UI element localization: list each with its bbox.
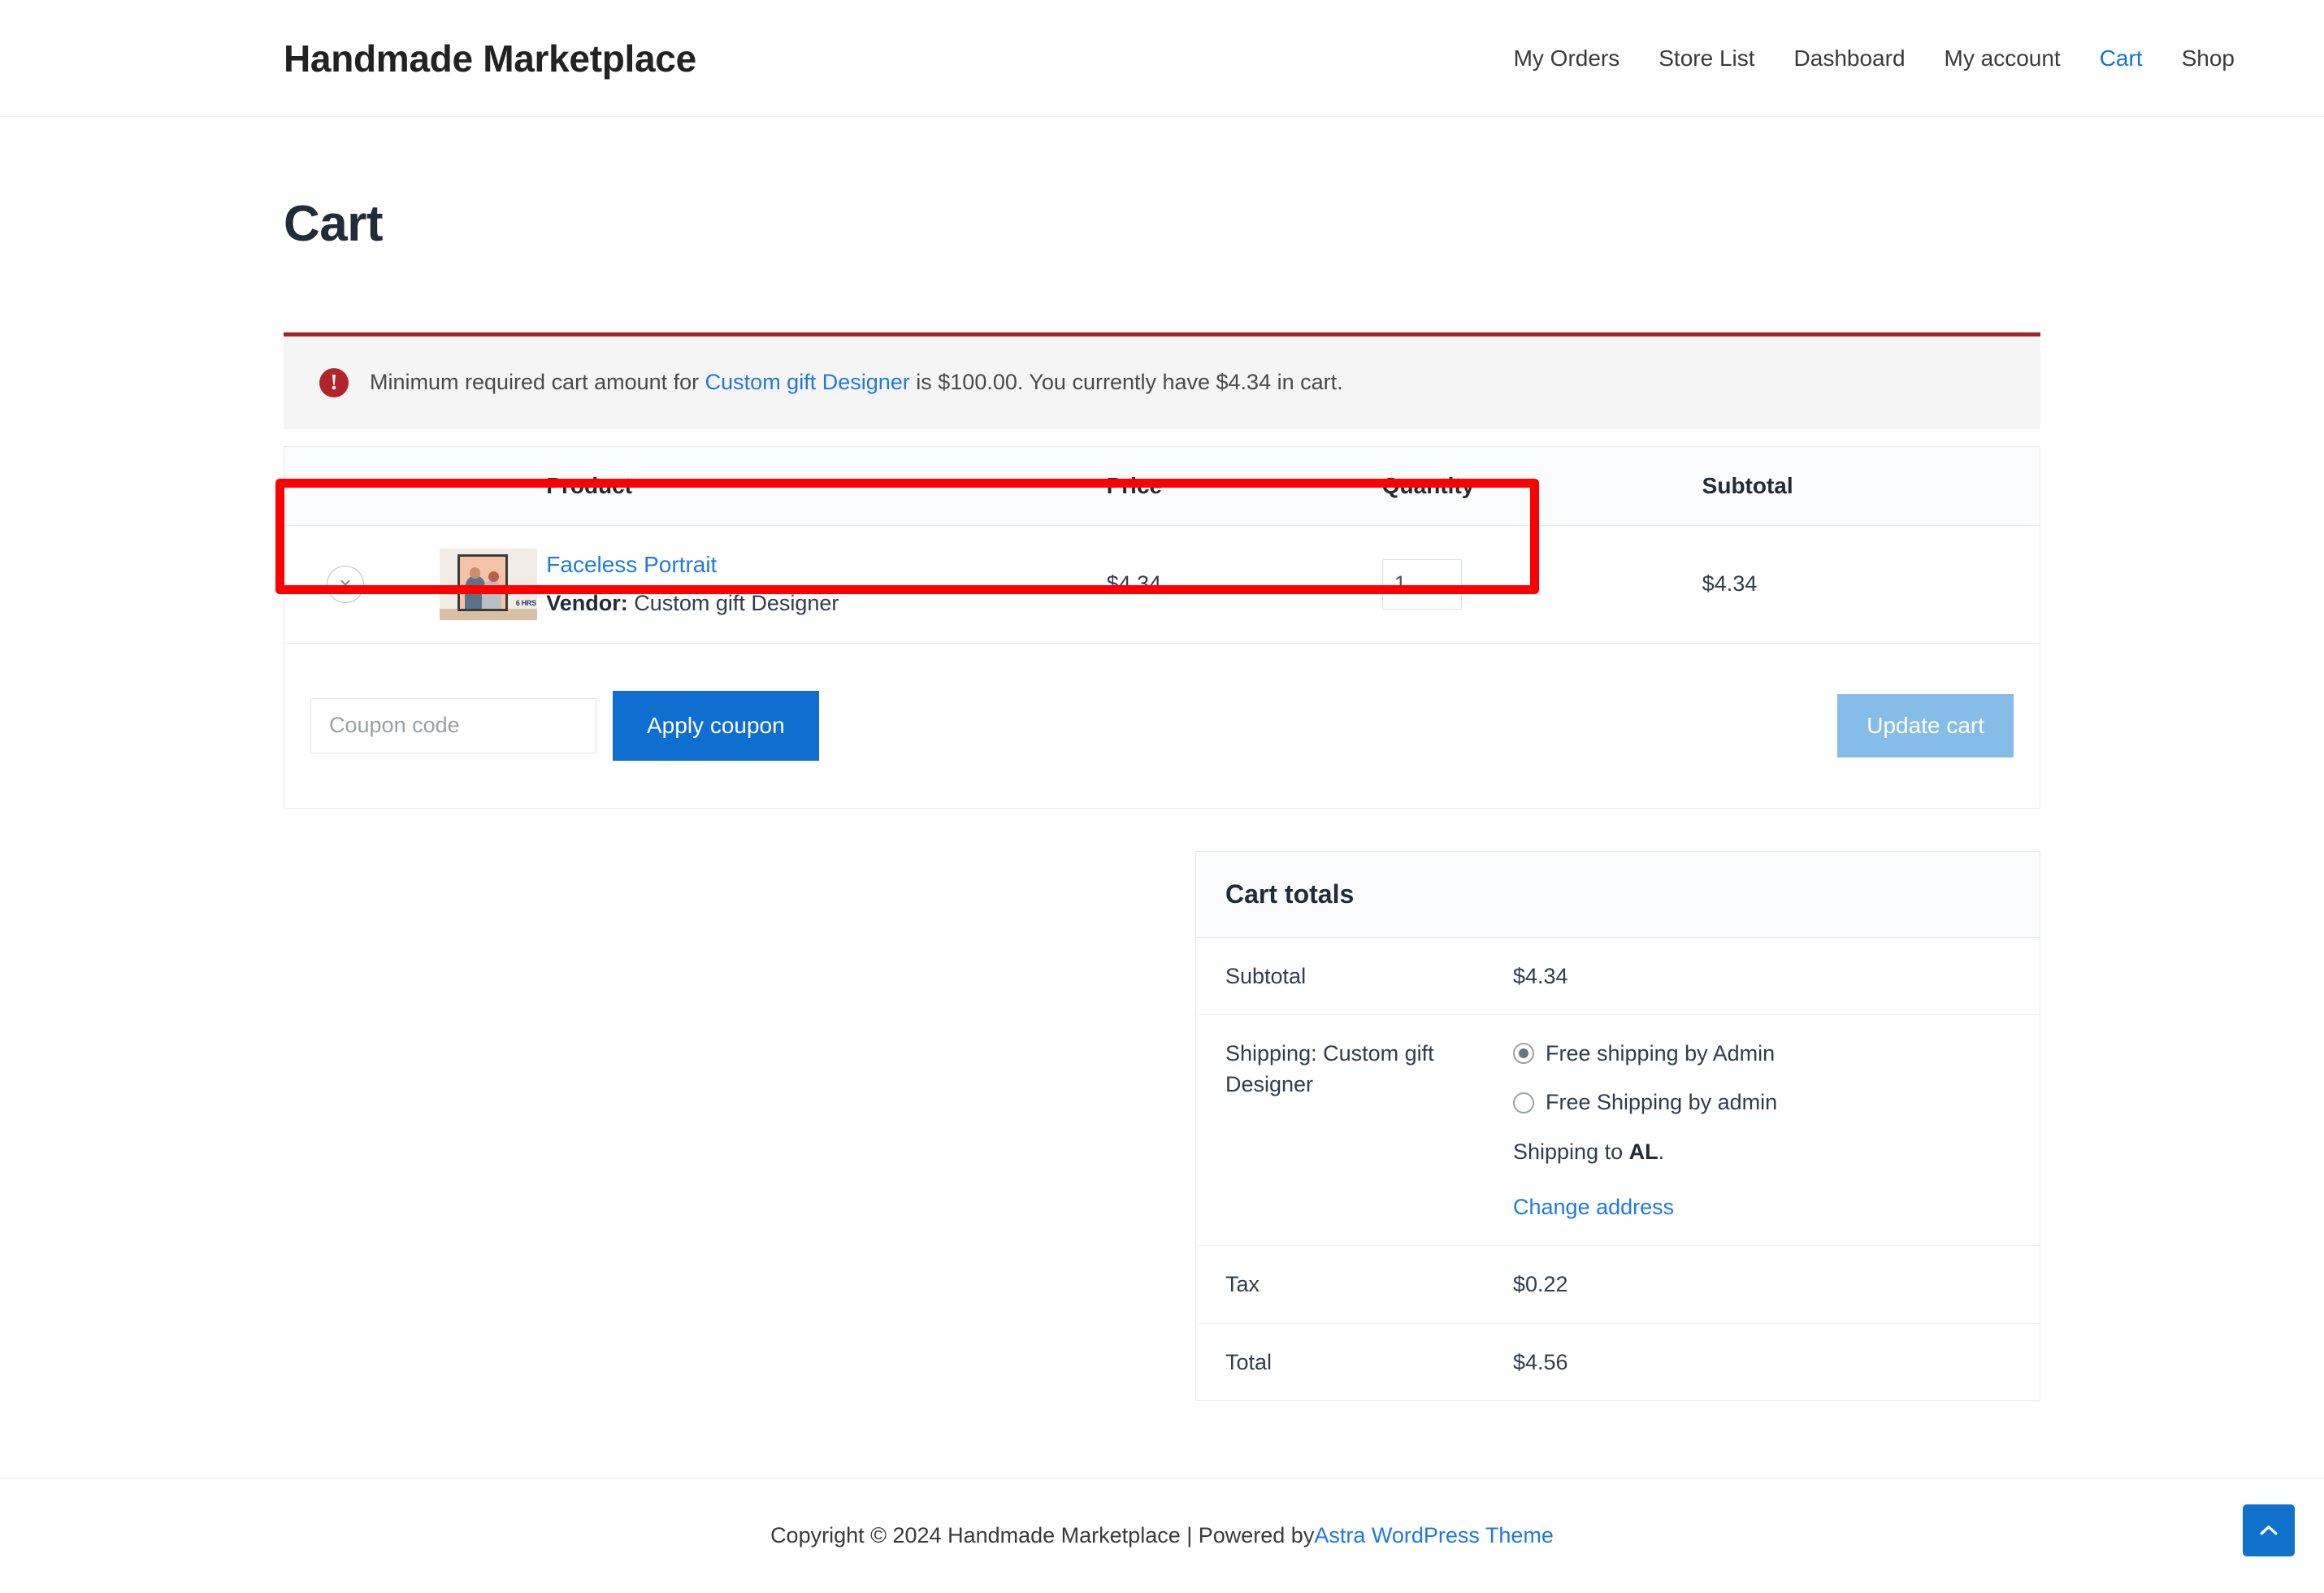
shipping-option-label: Free shipping by Admin bbox=[1546, 1041, 1776, 1066]
vendor-label: Vendor: bbox=[546, 591, 628, 616]
column-remove bbox=[284, 446, 440, 526]
shipping-option-free-shipping-by-admin[interactable]: Free shipping by Admin bbox=[1513, 1038, 2010, 1069]
radio-free-shipping-by-admin[interactable] bbox=[1513, 1043, 1534, 1065]
nav-item-cart[interactable]: Cart bbox=[2080, 46, 2162, 72]
cell-subtotal: $4.34 bbox=[1702, 525, 2040, 644]
totals-row-shipping: Shipping: Custom gift Designer Free ship… bbox=[1196, 1014, 2040, 1246]
vendor-name: Custom gift Designer bbox=[634, 591, 839, 616]
product-vendor: Vendor: Custom gift Designer bbox=[546, 591, 1106, 616]
total-value: $4.56 bbox=[1513, 1322, 2040, 1401]
cart-table-header-row: Product Price Quantity Subtotal bbox=[284, 446, 2040, 526]
vendor-link[interactable]: Custom gift Designer bbox=[705, 370, 910, 394]
change-address-link[interactable]: Change address bbox=[1513, 1191, 1674, 1222]
shipping-destination: Shipping to AL. bbox=[1513, 1136, 2010, 1167]
astra-theme-link[interactable]: Astra WordPress Theme bbox=[1314, 1523, 1554, 1548]
cart-totals-table: Subtotal $4.34 Shipping: Custom gift Des… bbox=[1196, 938, 2040, 1401]
nav-item-dashboard[interactable]: Dashboard bbox=[1775, 46, 1925, 72]
chevron-up-icon bbox=[2260, 1526, 2278, 1535]
totals-row-tax: Tax $0.22 bbox=[1196, 1245, 2040, 1324]
column-thumbnail bbox=[439, 446, 547, 526]
scroll-to-top-button[interactable] bbox=[2243, 1504, 2295, 1556]
notice-message: Minimum required cart amount for Custom … bbox=[370, 367, 1343, 398]
nav-item-store-list[interactable]: Store List bbox=[1639, 46, 1774, 72]
tax-label: Tax bbox=[1196, 1245, 1513, 1324]
nav-item-my-account[interactable]: My account bbox=[1925, 46, 2080, 72]
minimum-cart-amount-notice: ! Minimum required cart amount for Custo… bbox=[284, 332, 2040, 429]
column-quantity: Quantity bbox=[1381, 446, 1702, 526]
cart-items-table: Product Price Quantity Subtotal × 6 HRS … bbox=[284, 445, 2040, 809]
cart-actions: Apply coupon Update cart bbox=[284, 666, 2040, 785]
shipping-option-free-shipping-by-admin-alt[interactable]: Free Shipping by admin bbox=[1513, 1087, 2010, 1118]
subtotal-label: Subtotal bbox=[1225, 963, 1307, 988]
site-title: Handmade Marketplace bbox=[284, 37, 696, 80]
cart-totals-panel: Cart totals Subtotal $4.34 Shipping: Cus… bbox=[1195, 850, 2040, 1402]
shipping-label: Shipping: Custom gift Designer bbox=[1196, 1014, 1513, 1246]
table-row: × 6 HRS Faceless Portrait Vendor: Custom… bbox=[284, 525, 2040, 644]
cart-totals-heading: Cart totals bbox=[1196, 851, 2040, 938]
shipping-to-state: AL bbox=[1628, 1139, 1658, 1164]
product-name-link[interactable]: Faceless Portrait bbox=[546, 552, 1106, 578]
site-header: Handmade Marketplace My Orders Store Lis… bbox=[0, 0, 2324, 117]
cell-quantity bbox=[1381, 525, 1702, 644]
cell-product: Faceless Portrait Vendor: Custom gift De… bbox=[546, 525, 1107, 644]
shipping-option-label: Free Shipping by admin bbox=[1546, 1090, 1778, 1115]
thumbnail-frame bbox=[457, 553, 508, 612]
shipping-to-prefix: Shipping to bbox=[1513, 1139, 1629, 1164]
quantity-input[interactable] bbox=[1381, 558, 1462, 610]
notice-text-after: is $100.00. You currently have $4.34 in … bbox=[909, 370, 1343, 394]
column-subtotal: Subtotal bbox=[1702, 446, 2040, 526]
apply-coupon-button[interactable]: Apply coupon bbox=[613, 690, 819, 761]
totals-row-total: Total $4.56 bbox=[1196, 1322, 2040, 1401]
cart-table-body: × 6 HRS Faceless Portrait Vendor: Custom… bbox=[284, 525, 2040, 809]
cell-price: $4.34 bbox=[1106, 525, 1382, 644]
nav-item-my-orders[interactable]: My Orders bbox=[1494, 46, 1640, 72]
alert-circle-icon: ! bbox=[319, 367, 349, 397]
main-navigation: My Orders Store List Dashboard My accoun… bbox=[1494, 46, 2254, 72]
notice-text-before: Minimum required cart amount for bbox=[370, 370, 705, 394]
thumbnail-head-right bbox=[488, 571, 500, 583]
cart-totals-wrapper: Cart totals Subtotal $4.34 Shipping: Cus… bbox=[284, 850, 2040, 1402]
shipping-to-suffix: . bbox=[1658, 1139, 1665, 1164]
column-price: Price bbox=[1106, 446, 1382, 526]
column-product: Product bbox=[546, 446, 1107, 526]
page-title: Cart bbox=[284, 196, 384, 252]
nav-item-shop[interactable]: Shop bbox=[2162, 46, 2254, 72]
totals-row-subtotal: Subtotal $4.34 bbox=[1196, 938, 2040, 1015]
site-footer: Copyright © 2024 Handmade Marketplace | … bbox=[0, 1478, 2324, 1593]
thumbnail-figure-right bbox=[481, 580, 502, 610]
total-label: Total bbox=[1196, 1322, 1513, 1401]
radio-free-shipping-by-admin-alt[interactable] bbox=[1513, 1092, 1534, 1113]
tax-value: $0.22 bbox=[1513, 1245, 2040, 1324]
thumbnail-badge: 6 HRS bbox=[515, 598, 536, 607]
cell-remove: × bbox=[284, 525, 440, 644]
copyright-text: Copyright © 2024 Handmade Marketplace | … bbox=[770, 1523, 1315, 1547]
cell-thumbnail: 6 HRS bbox=[439, 525, 547, 644]
cart-actions-row: Apply coupon Update cart bbox=[284, 643, 2040, 809]
shipping-options-cell: Free shipping by Admin Free Shipping by … bbox=[1513, 1014, 2040, 1246]
remove-item-button[interactable]: × bbox=[327, 565, 364, 603]
cart-actions-cell: Apply coupon Update cart bbox=[284, 643, 2040, 809]
subtotal-value: $4.34 bbox=[1513, 963, 1568, 988]
product-thumbnail[interactable]: 6 HRS bbox=[439, 548, 537, 620]
main-content: Cart ! Minimum required cart amount for … bbox=[0, 195, 2324, 1402]
cart-table-head: Product Price Quantity Subtotal bbox=[284, 446, 2040, 526]
update-cart-button[interactable]: Update cart bbox=[1837, 693, 2014, 757]
coupon-code-input[interactable] bbox=[310, 697, 596, 753]
